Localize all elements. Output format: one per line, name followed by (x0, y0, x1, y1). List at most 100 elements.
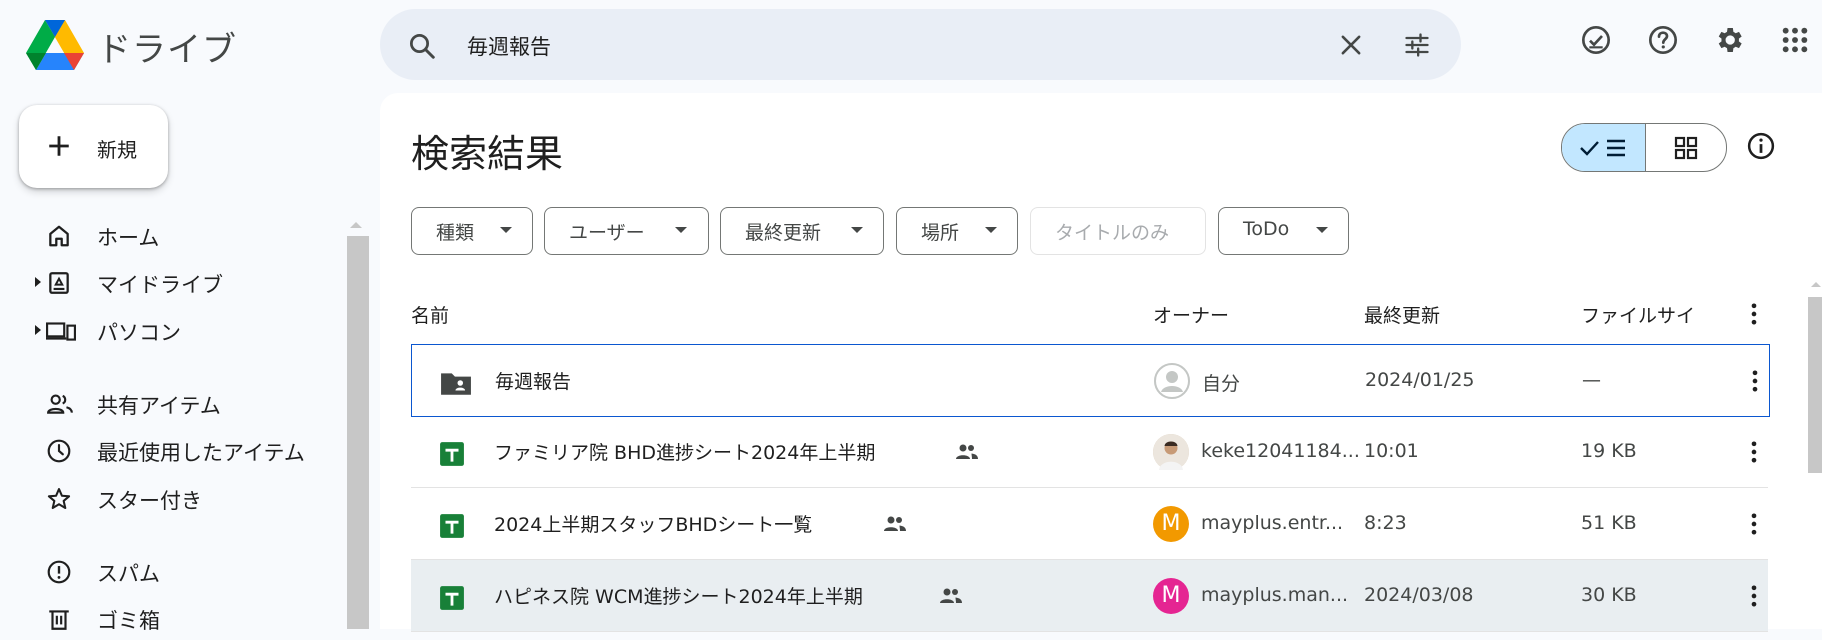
page-title: 検索結果 (411, 132, 564, 176)
main-scrollbar[interactable] (1808, 297, 1822, 473)
search-bar[interactable] (380, 9, 1461, 80)
owner-name: mayplus.man... (1201, 584, 1349, 606)
expand-caret-icon[interactable] (34, 276, 42, 288)
shared-folder-icon (440, 370, 472, 396)
sidebar-item-computers[interactable]: パソコン (0, 308, 340, 352)
file-name: ファミリア院 BHD進捗シート2024年上半期 (494, 442, 876, 464)
search-icon[interactable] (407, 31, 437, 61)
owner-name: mayplus.entr... (1201, 512, 1344, 534)
grid-view-button[interactable] (1646, 124, 1726, 171)
app-title: ドライブ (97, 30, 237, 70)
shared-icon (882, 514, 908, 534)
trash-icon (46, 606, 72, 632)
more-actions-icon[interactable] (1740, 510, 1768, 538)
column-header-owner[interactable]: オーナー (1153, 301, 1229, 328)
help-icon[interactable] (1647, 24, 1679, 56)
table-row[interactable]: ハピネス院 WCM進捗シート2024年上半期 M mayplus.man... … (411, 560, 1768, 632)
owner-name: keke12041184... (1201, 440, 1360, 462)
sidebar-item-label: ゴミ箱 (97, 609, 160, 633)
sidebar-item-recent[interactable]: 最近使用したアイテム (0, 428, 340, 472)
dropdown-arrow-icon (851, 227, 863, 233)
avatar: M (1153, 506, 1189, 542)
sidebar-item-my-drive[interactable]: マイドライブ (0, 260, 340, 304)
sidebar-item-label: 共有アイテム (97, 394, 221, 418)
main-scroll-up[interactable] (1811, 282, 1821, 287)
file-name: 毎週報告 (495, 371, 572, 393)
shared-icon (954, 442, 980, 462)
new-button[interactable]: 新規 (19, 105, 168, 188)
table-row[interactable]: 2024上半期スタッフBHDシート一覧 M mayplus.entr... 8:… (411, 488, 1768, 560)
column-header-modified[interactable]: 最終更新 (1364, 301, 1440, 328)
info-icon[interactable] (1746, 131, 1776, 161)
sidebar-item-home[interactable]: ホーム (0, 213, 340, 257)
more-actions-icon[interactable] (1740, 582, 1768, 610)
dropdown-arrow-icon (500, 227, 512, 233)
column-header-name[interactable]: 名前 (411, 301, 449, 328)
file-size: — (1582, 369, 1601, 391)
list-view-button[interactable] (1562, 124, 1646, 171)
avatar: M (1153, 578, 1189, 614)
file-size: 19 KB (1581, 440, 1637, 462)
modified-date: 2024/01/25 (1365, 369, 1475, 391)
filter-location-chip[interactable]: 場所 (896, 207, 1018, 255)
more-actions-icon[interactable] (1740, 438, 1768, 466)
google-sheets-icon (439, 585, 465, 611)
dropdown-arrow-icon (675, 227, 687, 233)
plus-icon (46, 133, 72, 159)
file-size: 51 KB (1581, 512, 1637, 534)
star-icon (46, 486, 72, 512)
avatar (1153, 434, 1189, 470)
filter-todo-chip[interactable]: ToDo (1218, 207, 1349, 255)
file-name: ハピネス院 WCM進捗シート2024年上半期 (494, 586, 863, 608)
sidebar-scrollbar[interactable] (347, 236, 369, 629)
more-actions-icon[interactable] (1741, 367, 1769, 395)
spam-icon (46, 559, 72, 585)
modified-date: 2024/03/08 (1364, 584, 1474, 606)
sidebar-item-spam[interactable]: スパム (0, 549, 340, 593)
new-button-label: 新規 (97, 138, 137, 162)
filter-title-only-chip[interactable]: タイトルのみ (1030, 207, 1206, 255)
sidebar-item-label: マイドライブ (97, 273, 223, 297)
clock-icon (46, 438, 72, 464)
table-row[interactable]: ファミリア院 BHD進捗シート2024年上半期 keke12041184... … (411, 416, 1768, 488)
chip-label: ToDo (1243, 218, 1290, 240)
google-sheets-icon (439, 513, 465, 539)
table-row[interactable]: 毎週報告 自分 2024/01/25 — (411, 344, 1770, 417)
owner-name: 自分 (1202, 373, 1241, 395)
gear-icon[interactable] (1713, 24, 1745, 56)
filter-modified-chip[interactable]: 最終更新 (720, 207, 884, 255)
chip-label: タイトルのみ (1055, 222, 1170, 244)
modified-date: 10:01 (1364, 440, 1419, 462)
people-icon (46, 391, 74, 417)
modified-date: 8:23 (1364, 512, 1407, 534)
file-name: 2024上半期スタッフBHDシート一覧 (494, 514, 813, 536)
chip-label: 場所 (921, 222, 960, 244)
avatar (1154, 363, 1190, 399)
sidebar-item-shared[interactable]: 共有アイテム (0, 381, 340, 425)
sidebar-item-label: パソコン (97, 321, 181, 345)
chip-label: 種類 (436, 222, 475, 244)
filter-people-chip[interactable]: ユーザー (544, 207, 709, 255)
search-input[interactable] (465, 27, 1269, 65)
dropdown-arrow-icon (985, 227, 997, 233)
sidebar-scroll-up[interactable] (350, 222, 362, 228)
dropdown-arrow-icon (1316, 227, 1328, 233)
filter-type-chip[interactable]: 種類 (411, 207, 533, 255)
column-options-icon[interactable] (1740, 300, 1768, 328)
search-options-icon[interactable] (1403, 31, 1431, 59)
sidebar-item-label: 最近使用したアイテム (97, 441, 305, 465)
sidebar-item-starred[interactable]: スター付き (0, 476, 340, 520)
chip-label: ユーザー (569, 222, 645, 244)
shared-icon (938, 586, 964, 606)
drive-logo[interactable] (26, 18, 84, 70)
apps-icon[interactable] (1779, 24, 1811, 56)
home-icon (46, 223, 72, 249)
expand-caret-icon[interactable] (34, 324, 42, 336)
google-sheets-icon (439, 441, 465, 467)
close-icon[interactable] (1337, 31, 1365, 59)
ready-for-offline-icon[interactable] (1580, 24, 1612, 56)
view-toggle (1561, 123, 1727, 172)
column-header-size[interactable]: ファイルサイ (1581, 301, 1695, 328)
sidebar-item-label: スパム (97, 562, 160, 586)
sidebar-item-trash[interactable]: ゴミ箱 (0, 596, 340, 640)
